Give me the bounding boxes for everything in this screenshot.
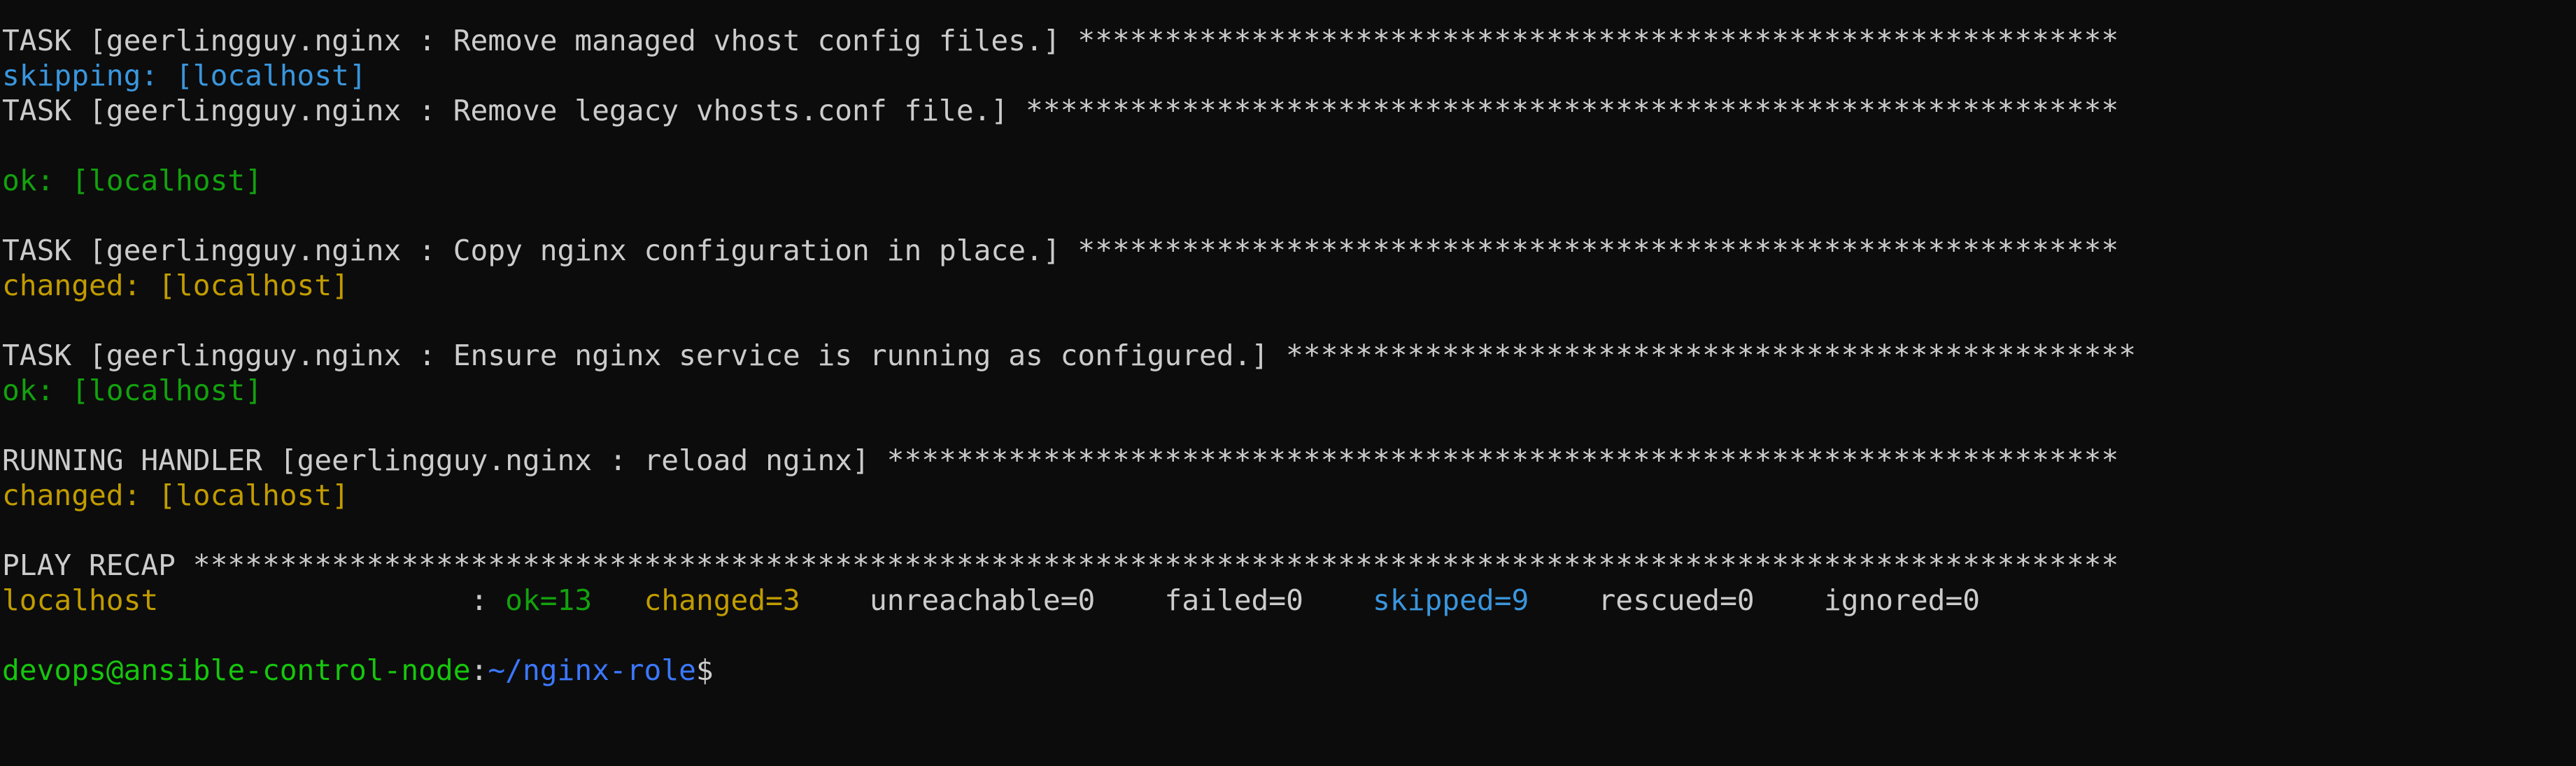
recap-row: localhost : ok=13 changed=3 unreachable=… <box>2 583 2136 618</box>
terminal-output[interactable]: TASK [geerlingguy.nginx : Remove managed… <box>2 23 2136 688</box>
skipping-status: skipping: [localhost] <box>2 59 367 92</box>
task-title: TASK [geerlingguy.nginx : Copy nginx con… <box>2 234 1078 267</box>
handler-stars: ****************************************… <box>886 444 2119 477</box>
prompt-path: ~/nginx-role <box>488 653 696 687</box>
task-stars: ****************************************… <box>1285 339 2137 372</box>
recap-skipped: skipped=9 <box>1373 583 1529 617</box>
recap-unreachable: unreachable=0 <box>869 583 1096 617</box>
recap-ignored: ignored=0 <box>1823 583 1981 617</box>
recap-ok: ok=13 <box>505 583 593 617</box>
prompt-user-host: devops@ansible-control-node <box>2 653 471 687</box>
task-title: TASK [geerlingguy.nginx : Remove managed… <box>2 24 1078 57</box>
task-stars: ****************************************… <box>1077 24 2119 57</box>
recap-header: PLAY RECAP *****************************… <box>2 548 2136 583</box>
task-stars: ****************************************… <box>1077 234 2119 267</box>
ok-status: ok: [localhost] <box>2 374 262 407</box>
recap-separator: : <box>158 583 506 617</box>
recap-host: localhost <box>2 583 159 617</box>
ok-status: ok: [localhost] <box>2 164 262 197</box>
prompt-colon: : <box>470 653 488 687</box>
recap-rescued: rescued=0 <box>1598 583 1755 617</box>
handler-title: RUNNING HANDLER [geerlingguy.nginx : rel… <box>2 444 887 477</box>
task-line: TASK [geerlingguy.nginx : Ensure nginx s… <box>2 338 2136 373</box>
changed-status: changed: [localhost] <box>2 269 349 302</box>
task-title: TASK [geerlingguy.nginx : Remove legacy … <box>2 94 1026 127</box>
task-line: TASK [geerlingguy.nginx : Remove legacy … <box>2 93 2136 128</box>
recap-title: PLAY RECAP <box>2 548 193 582</box>
task-stars: ****************************************… <box>1026 94 2119 127</box>
prompt-symbol: $ <box>695 653 714 687</box>
handler-line: RUNNING HANDLER [geerlingguy.nginx : rel… <box>2 443 2136 478</box>
task-line: TASK [geerlingguy.nginx : Remove managed… <box>2 23 2136 58</box>
recap-stars: ****************************************… <box>192 548 2119 582</box>
task-line: TASK [geerlingguy.nginx : Copy nginx con… <box>2 233 2136 268</box>
recap-failed: failed=0 <box>1164 583 1303 617</box>
changed-status: changed: [localhost] <box>2 478 349 512</box>
recap-changed: changed=3 <box>644 583 800 617</box>
task-title: TASK [geerlingguy.nginx : Ensure nginx s… <box>2 339 1286 372</box>
shell-prompt[interactable]: devops@ansible-control-node:~/nginx-role… <box>2 653 2136 688</box>
